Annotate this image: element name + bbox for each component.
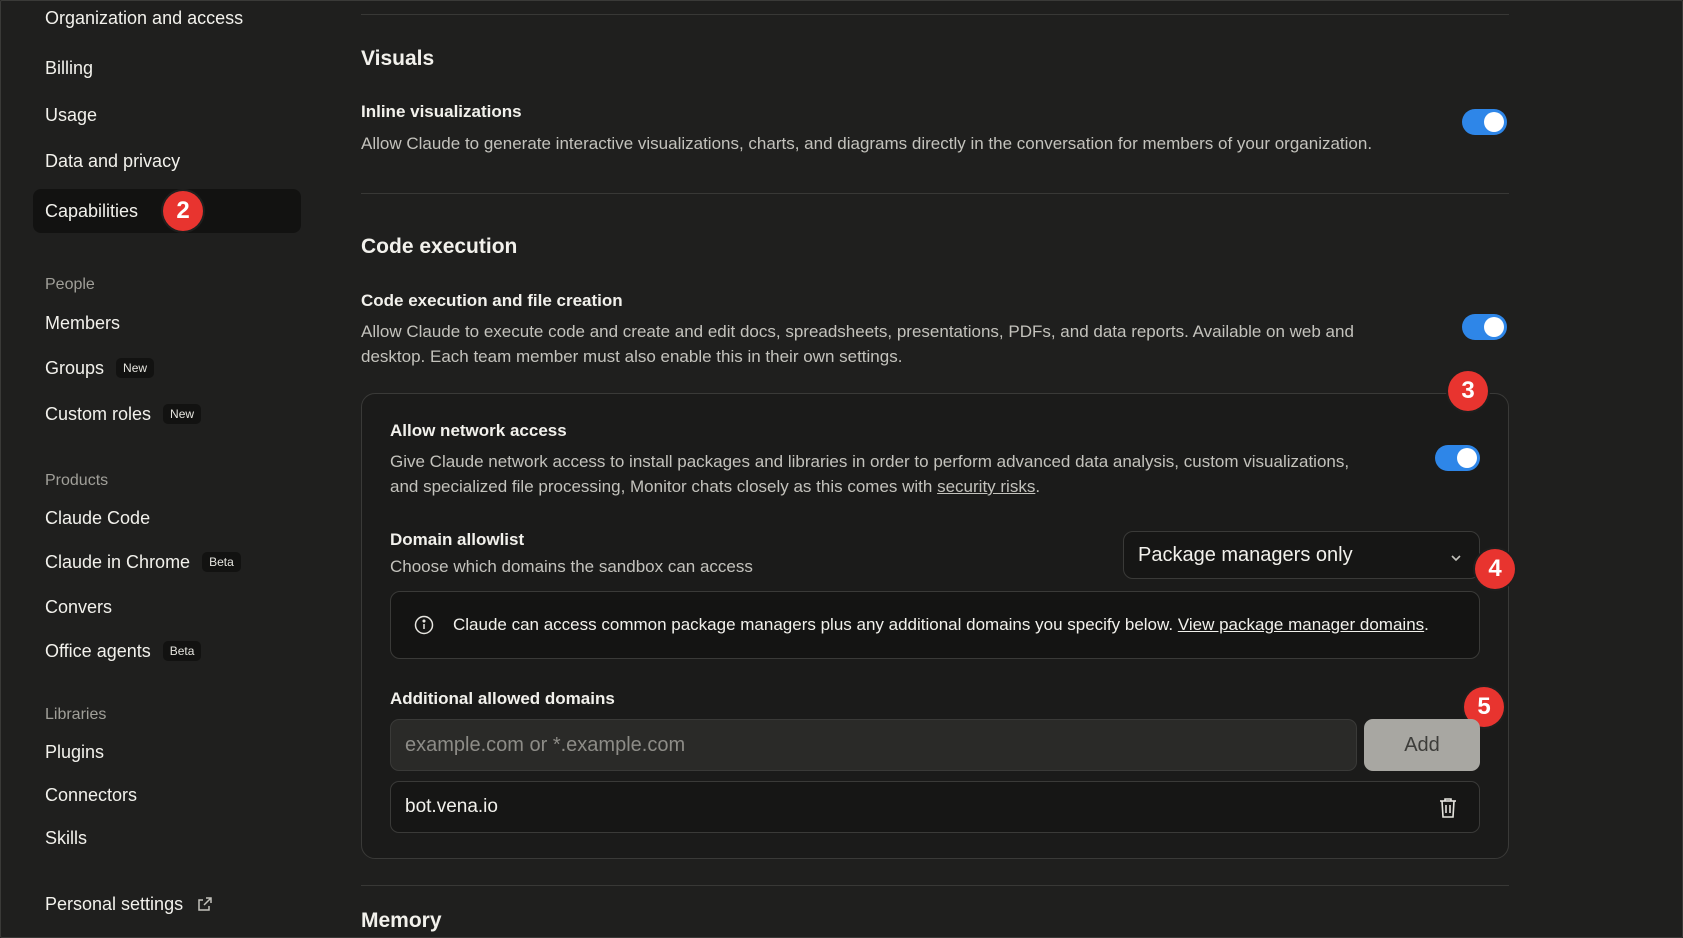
code-execution-toggle[interactable] <box>1462 314 1507 340</box>
sidebar-item-label: Billing <box>45 57 94 78</box>
beta-badge: Beta <box>202 552 241 572</box>
chevron-down-icon <box>1449 548 1463 562</box>
info-icon <box>413 614 435 636</box>
domain-allowlist-select[interactable]: Package managers only <box>1123 531 1480 579</box>
sidebar-item-label: Office agents <box>45 640 151 661</box>
network-access-title: Allow network access <box>390 421 567 440</box>
sidebar-item-conversations[interactable]: Convers <box>33 585 301 629</box>
domain-allowlist-selected-value: Package managers only <box>1138 543 1353 566</box>
sidebar-item-label: Plugins <box>45 741 105 762</box>
sidebar-item-label: Claude Code <box>45 507 151 528</box>
network-access-toggle[interactable] <box>1435 445 1480 471</box>
additional-domain-input[interactable] <box>390 719 1357 771</box>
sidebar-section-libraries: Libraries <box>45 706 107 723</box>
toggle-knob <box>1457 448 1477 468</box>
inline-visualizations-toggle[interactable] <box>1462 109 1507 135</box>
sidebar-item-claude-in-chrome[interactable]: Claude in Chrome Beta <box>33 540 301 584</box>
sidebar-item-personal-settings[interactable]: Personal settings <box>33 882 301 926</box>
package-managers-info-box: Claude can access common package manager… <box>390 591 1480 659</box>
sidebar-item-label: Members <box>45 312 121 333</box>
sidebar-item-label: Organization and access <box>45 7 244 28</box>
divider <box>361 14 1509 15</box>
code-execution-description: Allow Claude to execute code and create … <box>361 319 1354 369</box>
sidebar-item-members[interactable]: Members <box>33 301 301 345</box>
step-marker-4: 4 <box>1475 549 1515 589</box>
code-execution-description-line-1: Allow Claude to execute code and create … <box>361 322 1354 341</box>
code-execution-description-line-2: desktop. Each team member must also enab… <box>361 347 903 366</box>
new-badge: New <box>163 404 202 424</box>
additional-domains-title: Additional allowed domains <box>390 689 615 708</box>
sidebar-item-usage[interactable]: Usage <box>33 93 301 137</box>
sidebar-item-plugins[interactable]: Plugins <box>33 730 301 774</box>
sidebar-section-products: Products <box>45 472 109 489</box>
sidebar-item-label: Custom roles <box>45 403 152 424</box>
view-package-manager-domains-link[interactable]: View package manager domains <box>1178 615 1424 634</box>
memory-section-title: Memory <box>361 909 442 932</box>
allowed-domain-value: bot.vena.io <box>405 796 498 817</box>
sidebar-item-label: Connectors <box>45 784 138 805</box>
new-badge: New <box>116 358 155 378</box>
domain-allowlist-title: Domain allowlist <box>390 530 525 549</box>
network-access-description-line-2: and specialized file processing, Monitor… <box>390 474 1349 499</box>
sidebar-item-connectors[interactable]: Connectors <box>33 773 301 817</box>
inline-visualizations-description: Allow Claude to generate interactive vis… <box>361 134 1373 153</box>
divider <box>361 193 1509 194</box>
info-text: Claude can access common package manager… <box>453 615 1429 635</box>
external-link-icon <box>197 896 213 912</box>
sidebar-item-label: Convers <box>45 596 113 617</box>
sidebar-item-skills[interactable]: Skills <box>33 816 301 860</box>
sidebar: Organization and access Billing Usage Da… <box>1 1 321 937</box>
security-risks-link[interactable]: security risks <box>937 477 1035 496</box>
sidebar-item-data-and-privacy[interactable]: Data and privacy <box>33 139 301 183</box>
sidebar-item-organization-and-access[interactable]: Organization and access <box>33 1 301 40</box>
domain-allowlist-description: Choose which domains the sandbox can acc… <box>390 557 753 576</box>
info-message: Claude can access common package manager… <box>453 615 1178 634</box>
divider <box>361 885 1509 886</box>
trash-icon[interactable] <box>1437 796 1459 820</box>
step-marker-3: 3 <box>1448 371 1488 411</box>
network-access-description-suffix: . <box>1035 477 1041 496</box>
sidebar-item-label: Claude in Chrome <box>45 551 191 572</box>
sidebar-item-label: Personal settings <box>45 893 184 914</box>
sidebar-item-billing[interactable]: Billing <box>33 46 301 90</box>
code-execution-title: Code execution and file creation <box>361 291 623 310</box>
allowed-domain-row: bot.vena.io <box>390 781 1480 833</box>
toggle-knob <box>1484 112 1504 132</box>
sidebar-item-label: Skills <box>45 827 88 848</box>
network-access-description-line-1: Give Claude network access to install pa… <box>390 452 1350 471</box>
code-execution-section-title: Code execution <box>361 235 518 258</box>
sidebar-item-label: Usage <box>45 104 98 125</box>
step-marker-2: 2 <box>163 191 203 231</box>
sidebar-item-custom-roles[interactable]: Custom roles New <box>33 392 301 436</box>
visuals-section-title: Visuals <box>361 47 435 70</box>
sidebar-item-label: Capabilities <box>45 200 139 221</box>
network-access-description-text: and specialized file processing, Monitor… <box>390 477 938 496</box>
beta-badge: Beta <box>162 641 202 661</box>
sidebar-item-office-agents[interactable]: Office agents Beta <box>33 629 301 673</box>
sidebar-item-label: Groups <box>45 357 105 378</box>
add-domain-button[interactable]: Add <box>1364 719 1480 771</box>
sidebar-section-people: People <box>45 276 95 293</box>
toggle-knob <box>1484 317 1504 337</box>
inline-visualizations-title: Inline visualizations <box>361 102 522 121</box>
info-suffix: . <box>1424 615 1429 634</box>
network-access-description: Give Claude network access to install pa… <box>390 449 1349 499</box>
sidebar-item-groups[interactable]: Groups New <box>33 346 301 390</box>
sidebar-item-claude-code[interactable]: Claude Code <box>33 496 301 540</box>
sidebar-item-label: Data and privacy <box>45 150 181 171</box>
app-window: Organization and access Billing Usage Da… <box>0 0 1683 938</box>
